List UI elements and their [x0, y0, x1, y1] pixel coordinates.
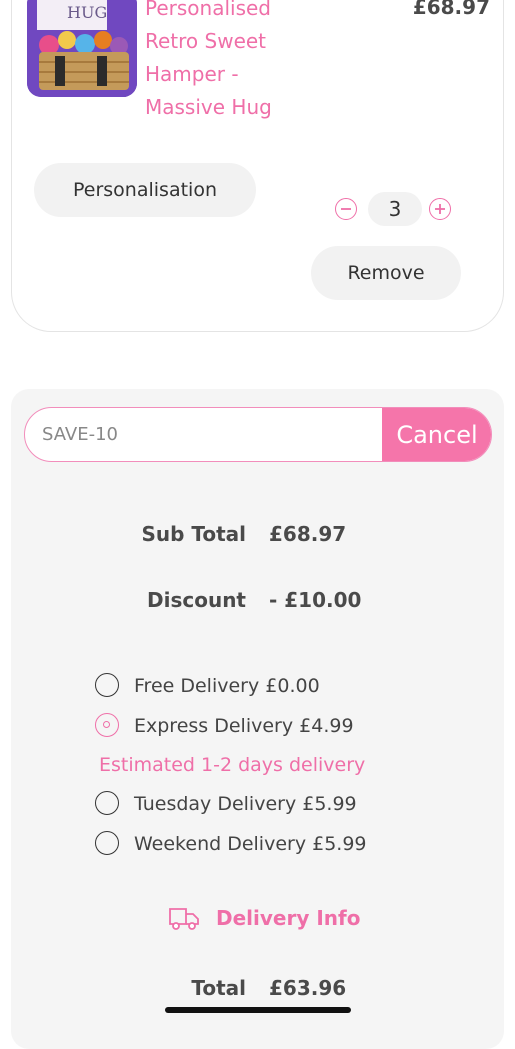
image-text: HUG [67, 3, 107, 22]
tuesday-delivery-label[interactable]: Tuesday Delivery £5.99 [134, 793, 357, 815]
delivery-info-label: Delivery Info [216, 906, 361, 930]
subtotal-value: £68.97 [269, 522, 347, 546]
product-name-line: Personalised [145, 0, 271, 20]
promo-code-input[interactable] [25, 408, 383, 461]
total-value: £63.96 [269, 976, 347, 1000]
remove-button[interactable]: Remove [311, 246, 461, 300]
free-delivery-label[interactable]: Free Delivery £0.00 [134, 675, 320, 697]
radio-tuesday-delivery[interactable] [95, 791, 119, 815]
weekend-delivery-label[interactable]: Weekend Delivery £5.99 [134, 833, 367, 855]
delivery-info-link[interactable]: Delivery Info [168, 905, 360, 931]
home-indicator[interactable] [165, 1007, 351, 1013]
increase-quantity-button[interactable] [429, 198, 451, 220]
radio-free-delivery[interactable] [95, 673, 119, 697]
express-delivery-label[interactable]: Express Delivery £4.99 [134, 715, 354, 737]
radio-express-delivery[interactable] [95, 713, 119, 737]
subtotal-label: Sub Total [141, 522, 246, 546]
promo-code-field: Cancel [24, 407, 492, 462]
total-label: Total [191, 976, 246, 1000]
delivery-estimate: Estimated 1-2 days delivery [99, 754, 366, 776]
discount-label: Discount [147, 588, 246, 612]
cancel-promo-button[interactable]: Cancel [382, 408, 491, 461]
product-name-line: Hamper - [145, 62, 239, 86]
radio-weekend-delivery[interactable] [95, 831, 119, 855]
hamper-illustration: HUG [27, 0, 137, 97]
product-name-line: Retro Sweet [145, 29, 267, 53]
minus-icon [341, 208, 351, 210]
decrease-quantity-button[interactable] [335, 198, 357, 220]
quantity-value[interactable]: 3 [368, 192, 422, 226]
product-price: £68.97 [412, 0, 490, 19]
plus-icon [435, 204, 445, 214]
delivery-truck-icon [169, 908, 199, 930]
product-image[interactable]: HUG [27, 0, 137, 97]
personalisation-button[interactable]: Personalisation [34, 163, 256, 217]
product-name[interactable]: Personalised Retro Sweet Hamper - Massiv… [145, 0, 345, 124]
discount-value: - £10.00 [269, 588, 362, 612]
product-name-line: Massive Hug [145, 95, 272, 119]
